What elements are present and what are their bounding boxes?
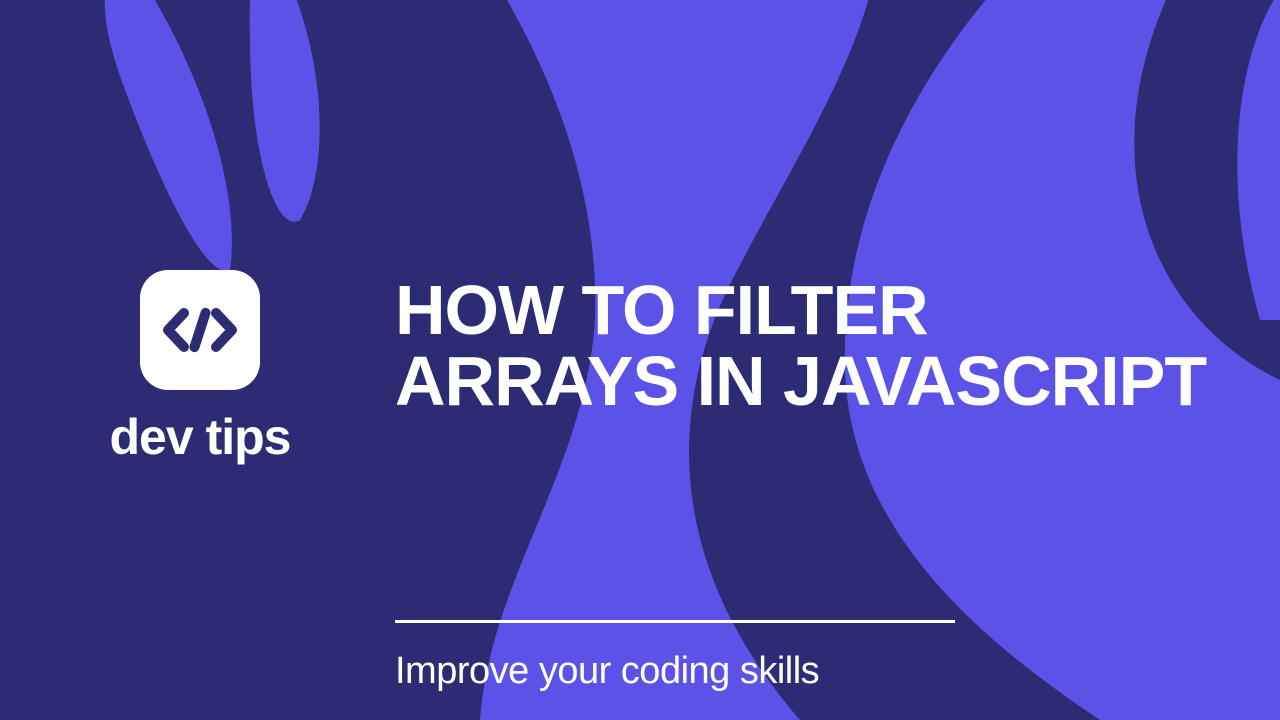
code-icon [140,270,260,390]
page-title: HOW TO FILTER ARRAYS IN JAVASCRIPT [395,275,1220,418]
divider [395,620,955,623]
brand-name: dev tips [70,408,330,466]
subtitle: Improve your coding skills [395,650,819,693]
brand-logo: dev tips [70,270,330,466]
code-brackets-icon [160,305,240,355]
